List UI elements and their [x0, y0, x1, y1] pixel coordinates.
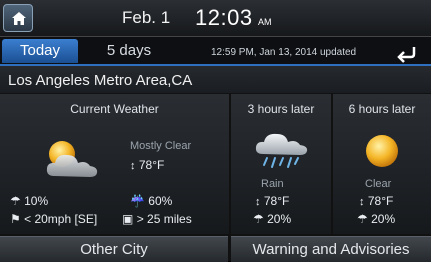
current-wind: < 20mph [SE]	[24, 212, 98, 226]
forecast-3h-temp: 78°F	[263, 194, 290, 208]
current-humidity-row: ☔ 60%	[130, 194, 172, 208]
top-bar: Feb. 1 12:03 AM	[0, 0, 431, 37]
current-visibility: > 25 miles	[136, 212, 192, 226]
weather-screen: Feb. 1 12:03 AM Today 5 days 12:59 PM, J…	[0, 0, 431, 262]
current-humidity: 60%	[148, 194, 173, 208]
sun-icon	[366, 135, 398, 167]
forecast-6h-precip-row: ☂ 20%	[357, 212, 395, 226]
clock-time: 12:03	[195, 5, 253, 30]
forecast-6h-temp-row: ↕ 78°F	[359, 194, 393, 208]
current-weather-title: Current Weather	[70, 102, 159, 116]
tab-5-days[interactable]: 5 days	[92, 39, 166, 63]
current-wind-row: ⚑ < 20mph [SE]	[10, 212, 97, 226]
other-city-button[interactable]: Other City	[0, 236, 228, 262]
back-icon	[397, 47, 416, 63]
date-display: Feb. 1	[122, 8, 171, 27]
forecast-6h-precip: 20%	[371, 212, 396, 226]
umbrella-icon: ☂	[357, 212, 368, 226]
forecast-6h-title: 6 hours later	[348, 102, 416, 116]
forecast-6h-condition: Clear	[365, 178, 392, 190]
current-visibility-row: ▣ > 25 miles	[122, 212, 192, 226]
forecast-3h-precip-row: ☂ 20%	[253, 212, 291, 226]
back-button[interactable]	[390, 41, 426, 63]
home-icon	[12, 12, 26, 25]
wind-icon: ⚑	[10, 212, 21, 226]
current-temp-row: ↕ 78°F	[130, 158, 164, 172]
current-temp: 78°F	[138, 158, 165, 172]
visibility-icon: ▣	[122, 212, 134, 226]
clock-ampm: AM	[258, 17, 272, 27]
humidity-icon: ☔	[130, 194, 145, 208]
forecast-6h-temp: 78°F	[367, 194, 394, 208]
warnings-advisories-button[interactable]: Warning and Advisories	[231, 236, 431, 262]
forecast-3h-condition: Rain	[261, 178, 284, 190]
rain-icon	[255, 133, 308, 168]
umbrella-icon: ☂	[253, 212, 264, 226]
temperature-icon: ↕	[255, 196, 261, 208]
location-bar: Los Angeles Metro Area,CA	[0, 66, 431, 93]
current-precip-row: ☂ 10%	[10, 194, 48, 208]
current-precip: 10%	[24, 194, 49, 208]
updated-timestamp: 12:59 PM, Jan 13, 2014 updated	[211, 47, 357, 58]
partly-cloudy-icon	[46, 141, 98, 177]
temperature-icon: ↕	[359, 196, 365, 208]
current-weather-panel: Current Weather Mostly Clear ↕ 78°F ☂ 10…	[0, 94, 229, 234]
forecast-3h-temp-row: ↕ 78°F	[255, 194, 289, 208]
location-name: Los Angeles Metro Area,CA	[8, 72, 193, 89]
forecast-3h-panel: 3 hours later Rain ↕ 78°F ☂ 20%	[231, 94, 331, 234]
forecast-6h-panel: 6 hours later Clear ↕ 78°F ☂ 20%	[333, 94, 431, 234]
home-button[interactable]	[3, 4, 33, 32]
temperature-icon: ↕	[130, 160, 136, 172]
tab-bar: Today 5 days 12:59 PM, Jan 13, 2014 upda…	[0, 37, 431, 65]
tab-today[interactable]: Today	[2, 39, 78, 63]
forecast-3h-title: 3 hours later	[247, 102, 315, 116]
forecast-3h-precip: 20%	[267, 212, 292, 226]
current-condition: Mostly Clear	[130, 140, 192, 152]
umbrella-icon: ☂	[10, 194, 21, 208]
